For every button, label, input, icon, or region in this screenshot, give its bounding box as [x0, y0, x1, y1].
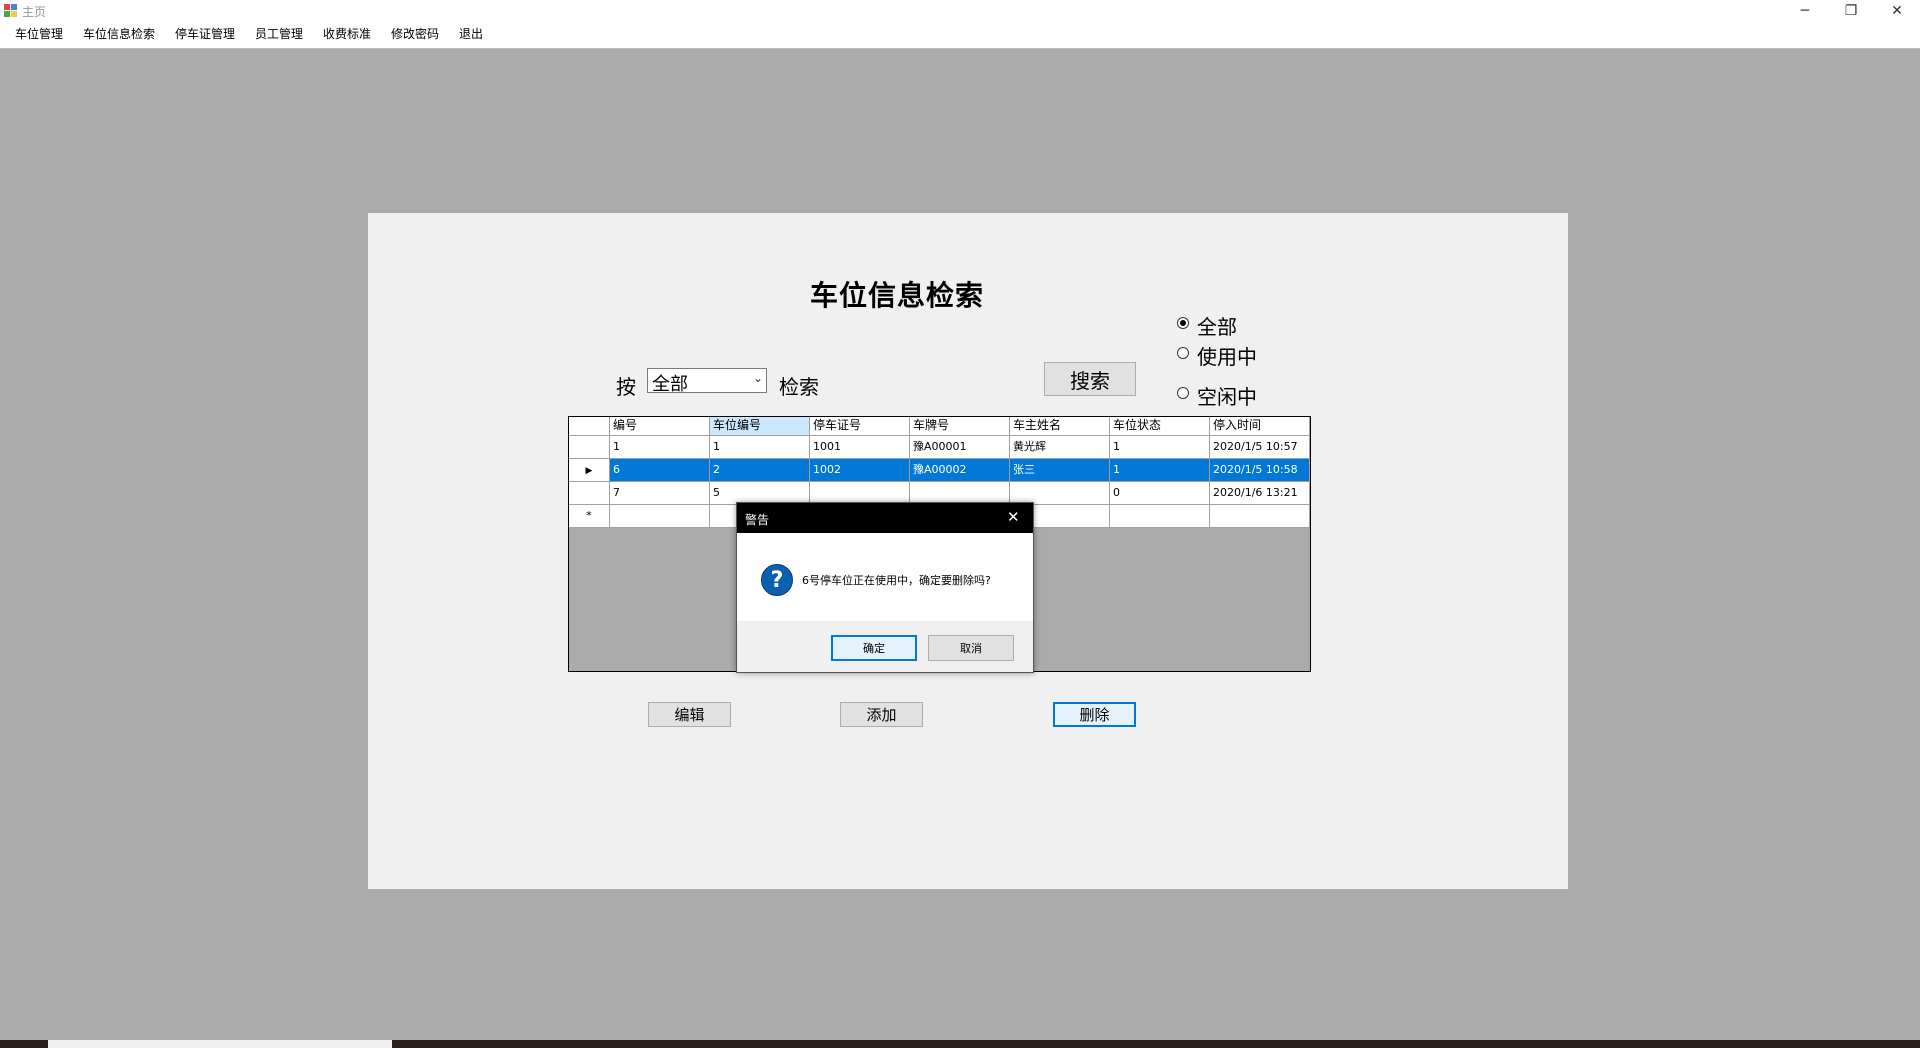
table-cell[interactable]: 1	[1110, 459, 1210, 482]
delete-button[interactable]: 删除	[1053, 702, 1136, 727]
radio-in-use-label: 使用中	[1197, 345, 1257, 369]
table-cell[interactable]: 1002	[810, 459, 910, 482]
column-header[interactable]: 车位状态	[1110, 417, 1210, 436]
table-cell[interactable]: 2020/1/6 13:21	[1210, 482, 1310, 505]
taskbar-search-box[interactable]	[48, 1040, 392, 1048]
column-header[interactable]: 停入时间	[1210, 417, 1310, 436]
menu-staff[interactable]: 员工管理	[255, 27, 303, 42]
close-icon[interactable]: ✕	[1007, 508, 1020, 526]
radio-circle	[1177, 387, 1189, 399]
table-cell[interactable]	[1110, 505, 1210, 528]
dialog-title: 警告	[745, 513, 770, 527]
row-header-corner	[569, 417, 610, 436]
confirm-dialog: 警告 ✕ ? 6号停车位正在使用中，确定要删除吗? 确定 取消	[736, 502, 1034, 673]
search-button[interactable]: 搜索	[1044, 362, 1136, 396]
row-header[interactable]	[569, 482, 610, 505]
search-label: 检索	[779, 375, 819, 399]
column-header[interactable]: 车牌号	[910, 417, 1010, 436]
title-bar	[0, 0, 1920, 21]
radio-circle	[1177, 317, 1189, 329]
radio-all-label: 全部	[1197, 315, 1237, 339]
menu-exit[interactable]: 退出	[459, 27, 483, 42]
new-row-marker: *	[586, 509, 592, 522]
table-cell[interactable]	[610, 505, 710, 528]
column-header[interactable]: 车主姓名	[1010, 417, 1110, 436]
table-cell[interactable]: 1001	[810, 436, 910, 459]
radio-free-label: 空闲中	[1197, 385, 1257, 409]
ok-button[interactable]: 确定	[831, 635, 917, 661]
close-window-icon[interactable]: ✕	[1874, 0, 1920, 21]
menu-parking-space[interactable]: 车位管理	[15, 27, 63, 42]
table-cell[interactable]: 1	[710, 436, 810, 459]
table-cell[interactable]: 2	[710, 459, 810, 482]
table-cell[interactable]: 豫A00002	[910, 459, 1010, 482]
by-label: 按	[616, 375, 636, 399]
window-title: 主页	[22, 5, 47, 19]
table-cell[interactable]: 0	[1110, 482, 1210, 505]
table-cell[interactable]	[1210, 505, 1310, 528]
app-icon	[4, 4, 17, 17]
row-header[interactable]: *	[569, 505, 610, 528]
add-button[interactable]: 添加	[840, 702, 923, 727]
table-cell[interactable]: 黄光辉	[1010, 436, 1110, 459]
column-header[interactable]: 停车证号	[810, 417, 910, 436]
table-cell[interactable]: 6	[610, 459, 710, 482]
restore-icon[interactable]: ❐	[1828, 0, 1874, 21]
table-cell[interactable]: 张三	[1010, 459, 1110, 482]
table-cell[interactable]: 1	[1110, 436, 1210, 459]
menu-fees[interactable]: 收费标准	[323, 27, 371, 42]
search-field-select[interactable]: 全部 ⌄	[647, 368, 767, 395]
menu-permit[interactable]: 停车证管理	[175, 27, 235, 42]
menu-space-search[interactable]: 车位信息检索	[83, 27, 155, 42]
table-cell[interactable]: 2020/1/5 10:58	[1210, 459, 1310, 482]
menu-change-password[interactable]: 修改密码	[391, 27, 439, 42]
radio-circle	[1177, 347, 1189, 359]
minimize-icon[interactable]: ─	[1782, 0, 1828, 21]
dialog-title-bar	[737, 503, 1033, 533]
row-header[interactable]: ▶	[569, 459, 610, 482]
column-header[interactable]: 车位编号	[710, 417, 810, 436]
table-cell[interactable]: 7	[610, 482, 710, 505]
edit-button[interactable]: 编辑	[648, 702, 731, 727]
cancel-button[interactable]: 取消	[928, 635, 1014, 661]
dialog-message: 6号停车位正在使用中，确定要删除吗?	[802, 574, 991, 587]
select-value: 全部	[652, 374, 688, 395]
column-header[interactable]: 编号	[610, 417, 710, 436]
table-cell[interactable]: 1	[610, 436, 710, 459]
row-header[interactable]	[569, 436, 610, 459]
current-row-arrow-icon: ▶	[585, 466, 593, 476]
table-cell[interactable]: 豫A00001	[910, 436, 1010, 459]
table-cell[interactable]: 2020/1/5 10:57	[1210, 436, 1310, 459]
page-title: 车位信息检索	[810, 279, 985, 312]
question-icon: ?	[761, 564, 793, 596]
chevron-down-icon: ⌄	[752, 371, 763, 385]
